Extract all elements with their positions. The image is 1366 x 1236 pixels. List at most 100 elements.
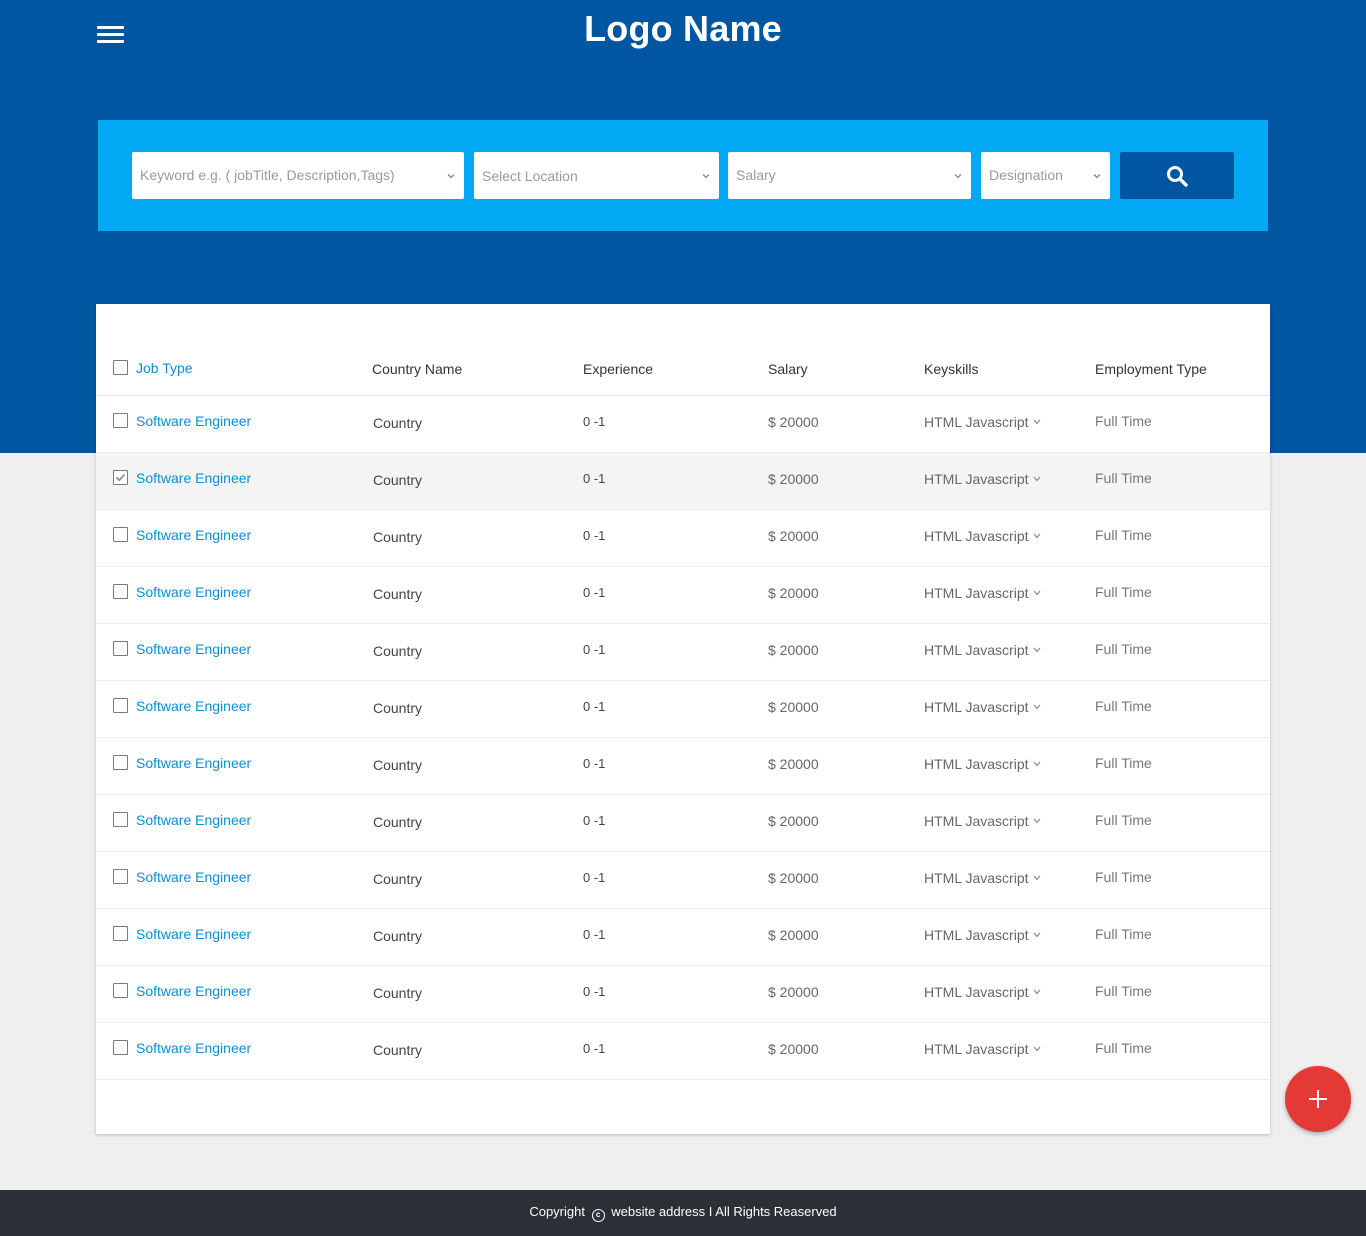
chevron-down-icon	[1033, 989, 1040, 995]
keyskills-text: HTML Javascript	[924, 870, 1029, 886]
keyskills-dropdown[interactable]: HTML Javascript	[924, 756, 1041, 772]
keyskills-dropdown[interactable]: HTML Javascript	[924, 414, 1041, 430]
keyskills-text: HTML Javascript	[924, 813, 1029, 829]
keyskills-text: HTML Javascript	[924, 528, 1029, 544]
country-cell: Country	[373, 472, 423, 488]
salary-cell: $ 20000	[768, 642, 819, 658]
keyskills-text: HTML Javascript	[924, 585, 1029, 601]
employment-type-cell: Full Time	[1095, 869, 1152, 885]
country-cell: Country	[373, 700, 423, 716]
row-checkbox[interactable]	[113, 527, 128, 542]
row-checkbox[interactable]	[113, 926, 128, 941]
job-type-link[interactable]: Software Engineer	[136, 869, 251, 885]
column-header-country: Country Name	[372, 361, 463, 377]
column-header-employment-type: Employment Type	[1095, 361, 1207, 377]
experience-cell: 0 -1	[583, 699, 606, 714]
checkmark-icon	[115, 473, 126, 482]
select-all-checkbox[interactable]	[113, 360, 128, 375]
chevron-down-icon	[1033, 419, 1040, 425]
search-button[interactable]	[1120, 152, 1234, 199]
country-cell: Country	[373, 586, 423, 602]
keyskills-dropdown[interactable]: HTML Javascript	[924, 813, 1041, 829]
job-type-link[interactable]: Software Engineer	[136, 1040, 251, 1056]
copyright-icon: c	[591, 1209, 605, 1222]
salary-cell: $ 20000	[768, 585, 819, 601]
row-checkbox[interactable]	[113, 584, 128, 599]
table-row[interactable]: Software Engineer Country 0 -1 $ 20000 HTML …	[96, 909, 1270, 966]
keyskills-dropdown[interactable]: HTML Javascript	[924, 870, 1041, 886]
designation-placeholder: Designation	[989, 167, 1063, 183]
location-dropdown[interactable]: Select Location	[474, 152, 719, 199]
table-row[interactable]: Software Engineer Country 0 -1 $ 20000 HTML …	[96, 1023, 1270, 1080]
chevron-down-icon	[1033, 647, 1040, 653]
table-row[interactable]: Software Engineer Country 0 -1 $ 20000 HTML …	[96, 624, 1270, 681]
job-type-link[interactable]: Software Engineer	[136, 812, 251, 828]
experience-cell: 0 -1	[583, 528, 606, 543]
location-placeholder: Select Location	[482, 168, 578, 184]
table-row[interactable]: Software Engineer Country 0 -1 $ 20000 HTML …	[96, 396, 1270, 453]
table-row[interactable]: Software Engineer Country 0 -1 $ 20000 HTML …	[96, 966, 1270, 1023]
job-type-link[interactable]: Software Engineer	[136, 470, 251, 486]
job-type-link[interactable]: Software Engineer	[136, 641, 251, 657]
row-checkbox[interactable]	[113, 413, 128, 428]
salary-dropdown[interactable]: Salary	[728, 152, 971, 199]
table-row[interactable]: Software Engineer Country 0 -1 $ 20000 HTML …	[96, 453, 1270, 510]
keyskills-text: HTML Javascript	[924, 1041, 1029, 1057]
employment-type-cell: Full Time	[1095, 641, 1152, 657]
keyskills-dropdown[interactable]: HTML Javascript	[924, 471, 1041, 487]
job-type-link[interactable]: Software Engineer	[136, 926, 251, 942]
job-type-link[interactable]: Software Engineer	[136, 527, 251, 543]
row-checkbox[interactable]	[113, 641, 128, 656]
keyskills-dropdown[interactable]: HTML Javascript	[924, 585, 1041, 601]
job-type-link[interactable]: Software Engineer	[136, 413, 251, 429]
column-header-keyskills: Keyskills	[924, 361, 979, 377]
table-row[interactable]: Software Engineer Country 0 -1 $ 20000 HTML …	[96, 795, 1270, 852]
row-checkbox[interactable]	[113, 869, 128, 884]
job-type-link[interactable]: Software Engineer	[136, 983, 251, 999]
table-row[interactable]: Software Engineer Country 0 -1 $ 20000 HTML …	[96, 852, 1270, 909]
search-icon	[1167, 166, 1188, 187]
keyskills-dropdown[interactable]: HTML Javascript	[924, 1041, 1041, 1057]
chevron-down-icon	[1093, 174, 1101, 179]
table-row[interactable]: Software Engineer Country 0 -1 $ 20000 HTML …	[96, 510, 1270, 567]
row-checkbox[interactable]	[113, 470, 128, 485]
chevron-down-icon	[702, 174, 710, 179]
employment-type-cell: Full Time	[1095, 584, 1152, 600]
keyskills-dropdown[interactable]: HTML Javascript	[924, 927, 1041, 943]
keyword-dropdown[interactable]: Keyword e.g. ( jobTitle, Description,Tag…	[132, 152, 464, 199]
logo: Logo Name	[584, 8, 782, 49]
row-checkbox[interactable]	[113, 1040, 128, 1055]
chevron-down-icon	[1033, 1046, 1040, 1052]
row-checkbox[interactable]	[113, 812, 128, 827]
chevron-down-icon	[1033, 932, 1040, 938]
table-row[interactable]: Software Engineer Country 0 -1 $ 20000 HTML …	[96, 681, 1270, 738]
row-checkbox[interactable]	[113, 755, 128, 770]
designation-dropdown[interactable]: Designation	[981, 152, 1110, 199]
chevron-down-icon	[1033, 476, 1040, 482]
row-checkbox[interactable]	[113, 698, 128, 713]
table-row[interactable]: Software Engineer Country 0 -1 $ 20000 HTML …	[96, 567, 1270, 624]
experience-cell: 0 -1	[583, 984, 606, 999]
table-row[interactable]: Software Engineer Country 0 -1 $ 20000 HTML …	[96, 738, 1270, 795]
copyright-label: Copyright	[529, 1204, 585, 1219]
employment-type-cell: Full Time	[1095, 983, 1152, 999]
country-cell: Country	[373, 529, 423, 545]
job-type-link[interactable]: Software Engineer	[136, 584, 251, 600]
keyskills-dropdown[interactable]: HTML Javascript	[924, 984, 1041, 1000]
job-type-link[interactable]: Software Engineer	[136, 698, 251, 714]
column-header-job-type[interactable]: Job Type	[136, 360, 193, 376]
keyskills-dropdown[interactable]: HTML Javascript	[924, 699, 1041, 715]
keyskills-dropdown[interactable]: HTML Javascript	[924, 528, 1041, 544]
job-type-link[interactable]: Software Engineer	[136, 755, 251, 771]
salary-cell: $ 20000	[768, 756, 819, 772]
keyskills-text: HTML Javascript	[924, 984, 1029, 1000]
column-header-salary: Salary	[768, 361, 808, 377]
row-checkbox[interactable]	[113, 983, 128, 998]
salary-cell: $ 20000	[768, 984, 819, 1000]
salary-cell: $ 20000	[768, 528, 819, 544]
add-job-button[interactable]	[1285, 1066, 1351, 1132]
keyskills-dropdown[interactable]: HTML Javascript	[924, 642, 1041, 658]
employment-type-cell: Full Time	[1095, 1040, 1152, 1056]
country-cell: Country	[373, 757, 423, 773]
experience-cell: 0 -1	[583, 414, 606, 429]
